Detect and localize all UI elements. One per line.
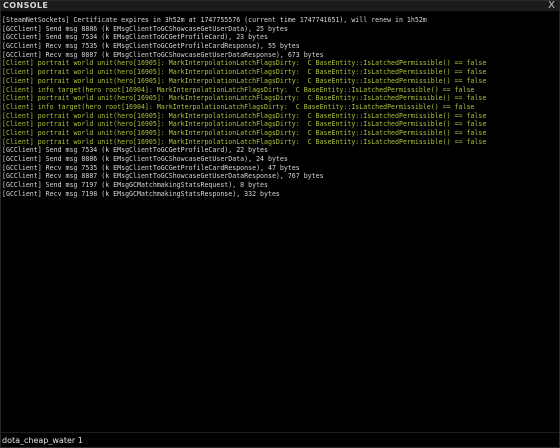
log-line: [GCClient] Recv msg 7535 (k EMsgClientTo… (2, 42, 300, 51)
log-line: [GCClient] Send msg 7534 (k EMsgClientTo… (2, 33, 268, 42)
log-line: [Client] portrait world unit(hero[16905]… (2, 120, 487, 129)
log-line: [GCClient] Send msg 8886 (k EMsgClientTo… (2, 24, 288, 33)
command-input-bar (1, 432, 559, 447)
log-line: [Client] portrait world unit(hero[16905]… (2, 128, 487, 137)
log-line: [GCClient] Send msg 7197 (k EMsgGCMatchm… (2, 181, 268, 190)
console-window: CONSOLE X [SteamNetSockets] Certificate … (0, 0, 560, 448)
log-line: [GCClient] Recv msg 7198 (k EMsgGCMatchm… (2, 189, 280, 198)
log-line: [Client] portrait world unit(hero[16905]… (2, 59, 487, 68)
log-line: [GCClient] Send msg 8886 (k EMsgClientTo… (2, 155, 288, 163)
console-log: [SteamNetSockets] Certificate expires in… (2, 16, 558, 432)
log-line: [GCClient] Recv msg 8887 (k EMsgClientTo… (2, 50, 324, 59)
log-line: [GCClient] Recv msg 8887 (k EMsgClientTo… (2, 172, 324, 181)
log-line: [Client] portrait world unit(hero[16905]… (2, 76, 487, 85)
log-line: [Client] portrait world unit(hero[16905]… (2, 94, 487, 103)
log-line: [GCClient] Recv msg 7535 (k EMsgClientTo… (2, 163, 300, 172)
close-icon[interactable]: X (548, 0, 555, 12)
window-title: CONSOLE (3, 1, 49, 10)
command-input[interactable] (1, 434, 542, 446)
title-bar[interactable]: CONSOLE X (1, 0, 559, 12)
log-line: [Client] info target(hero root[16904]: M… (2, 85, 475, 94)
log-line: [Client] portrait world unit(hero[16905]… (2, 137, 487, 146)
log-line: [SteamNetSockets] Certificate expires in… (2, 16, 427, 24)
log-line: [Client] portrait world unit(hero[16905]… (2, 111, 487, 120)
log-line: [Client] portrait world unit(hero[16905]… (2, 68, 487, 77)
log-line: [Client] info target(hero root[16904]: M… (2, 102, 475, 111)
log-line: [GCClient] Send msg 7534 (k EMsgClientTo… (2, 146, 268, 155)
